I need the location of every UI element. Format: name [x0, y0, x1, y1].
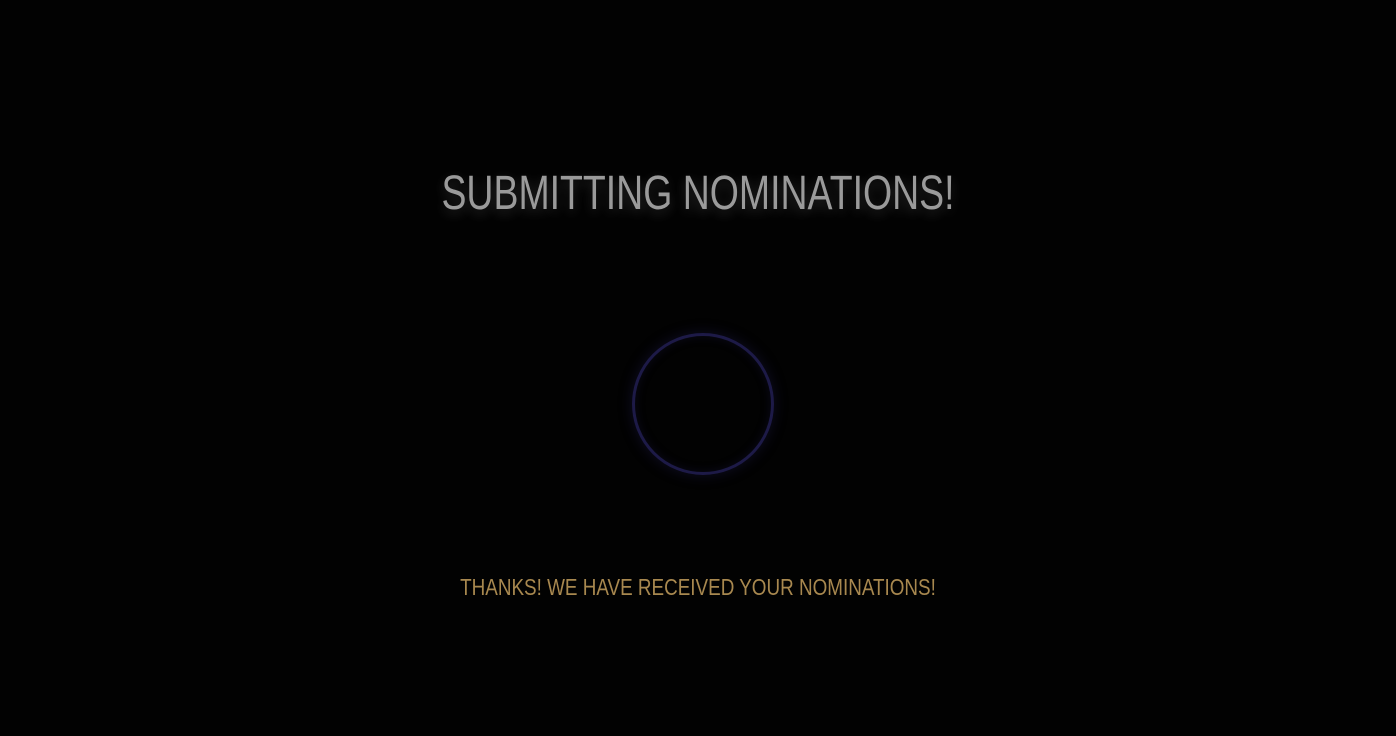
submission-screen: SUBMITTING NOMINATIONS! THANKS! WE HAVE …: [0, 0, 1396, 736]
page-title: SUBMITTING NOMINATIONS!: [441, 167, 955, 220]
confirmation-message: THANKS! WE HAVE RECEIVED YOUR NOMINATION…: [460, 574, 936, 600]
loading-spinner-icon: [632, 333, 774, 475]
loading-spinner: [632, 333, 774, 475]
